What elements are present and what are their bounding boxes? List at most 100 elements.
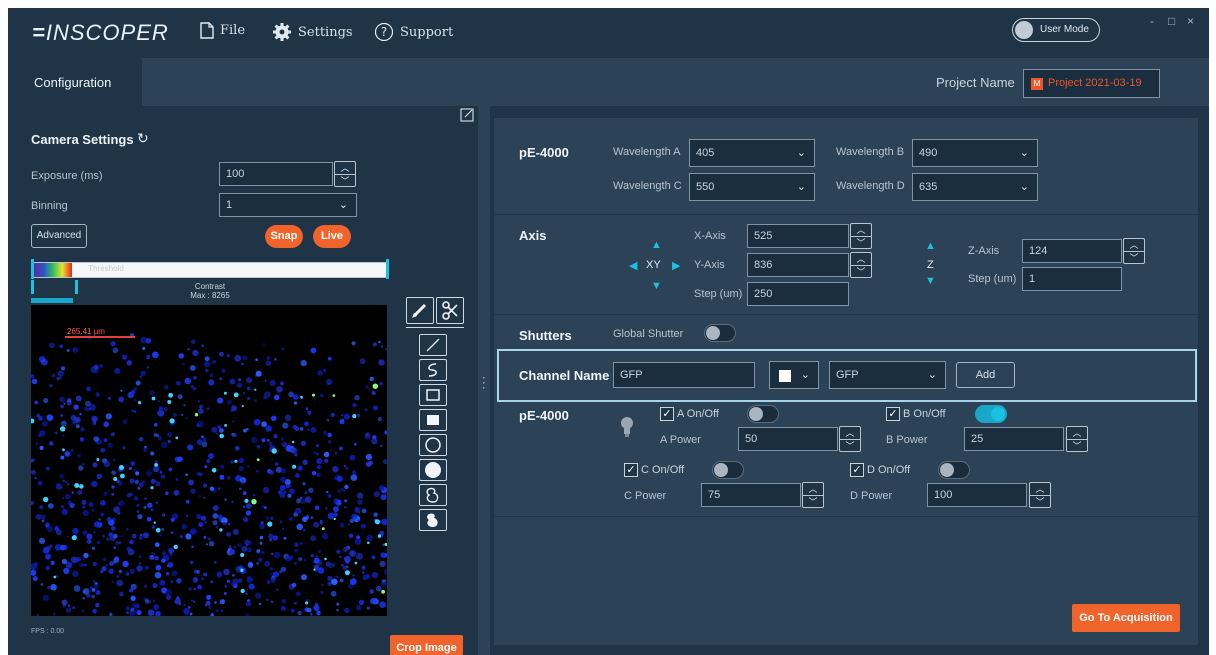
channel-color-select[interactable]: ⌄ bbox=[769, 361, 819, 389]
cell-dot bbox=[276, 386, 283, 393]
cell-dot bbox=[380, 444, 383, 447]
cell-dot bbox=[159, 579, 166, 586]
wavelength-b-select[interactable]: 490 ⌄ bbox=[912, 139, 1038, 167]
project-name-field[interactable]: M Project 2021-03-19 bbox=[1023, 69, 1160, 98]
freehand-line-tool[interactable] bbox=[419, 359, 447, 381]
a-onoff-checkbox[interactable]: ✓ A On/Off bbox=[660, 407, 719, 421]
popout-icon[interactable] bbox=[460, 108, 474, 125]
bright-cell-dot bbox=[119, 465, 124, 470]
d-power-input[interactable]: 100 bbox=[927, 483, 1027, 507]
x-right-arrow-icon[interactable]: ▶ bbox=[672, 259, 680, 272]
cell-dot bbox=[320, 393, 324, 397]
xy-step-input[interactable]: 250 bbox=[747, 282, 849, 306]
d-onoff-toggle[interactable] bbox=[938, 461, 970, 479]
bright-cell-dot bbox=[324, 557, 327, 561]
cell-dot bbox=[371, 571, 379, 579]
crop-image-button[interactable]: Crop Image bbox=[390, 635, 463, 655]
threshold-bar[interactable]: Threshold bbox=[31, 262, 389, 278]
d-onoff-checkbox[interactable]: ✓ D On/Off bbox=[850, 463, 910, 477]
cell-dot bbox=[251, 436, 258, 443]
a-power-stepper[interactable]: ︿ ﹀ bbox=[839, 426, 861, 452]
menu-settings[interactable]: Settings bbox=[272, 22, 353, 42]
x-axis-stepper[interactable]: ︿ ﹀ bbox=[850, 223, 872, 249]
y-up-arrow-icon[interactable]: ▲ bbox=[651, 239, 662, 251]
c-onoff-toggle[interactable] bbox=[712, 461, 744, 479]
filled-polygon-tool[interactable] bbox=[419, 509, 447, 531]
cell-dot bbox=[159, 533, 162, 537]
channel-name-input[interactable]: GFP bbox=[613, 362, 755, 388]
a-onoff-toggle[interactable] bbox=[747, 405, 779, 423]
cell-dot bbox=[142, 480, 146, 484]
exposure-stepper[interactable]: ︿ ﹀ bbox=[334, 161, 356, 187]
cell-dot bbox=[46, 525, 53, 533]
filled-rectangle-tool[interactable] bbox=[419, 409, 447, 431]
c-power-label: C Power bbox=[624, 490, 667, 502]
binning-select[interactable]: 1 ⌄ bbox=[219, 193, 357, 217]
a-power-input[interactable]: 50 bbox=[738, 427, 838, 451]
y-down-arrow-icon[interactable]: ▼ bbox=[651, 280, 662, 292]
circle-outline-icon bbox=[425, 437, 441, 453]
global-shutter-toggle[interactable] bbox=[704, 324, 736, 342]
cell-dot bbox=[256, 469, 259, 473]
menu-support[interactable]: ? Support bbox=[374, 22, 453, 42]
c-onoff-checkbox[interactable]: ✓ C On/Off bbox=[624, 463, 684, 477]
z-up-arrow-icon[interactable]: ▲ bbox=[925, 240, 936, 252]
advanced-button[interactable]: Advanced bbox=[31, 224, 87, 248]
d-power-stepper[interactable]: ︿ ﹀ bbox=[1029, 482, 1051, 508]
polygon-tool[interactable] bbox=[419, 484, 447, 506]
close-button[interactable]: × bbox=[1187, 14, 1194, 28]
cell-dot bbox=[157, 436, 162, 441]
b-onoff-checkbox[interactable]: ✓ B On/Off bbox=[886, 407, 946, 421]
cell-dot bbox=[161, 551, 166, 556]
y-axis-input[interactable]: 836 bbox=[747, 253, 849, 277]
cell-dot bbox=[193, 587, 197, 591]
cell-dot bbox=[333, 477, 337, 480]
go-to-acquisition-button[interactable]: Go To Acquisition bbox=[1072, 604, 1180, 632]
cell-dot bbox=[99, 500, 106, 506]
bright-cell-dot bbox=[138, 401, 142, 405]
channel-preset-select[interactable]: GFP ⌄ bbox=[829, 361, 946, 389]
exposure-input[interactable]: 100 bbox=[219, 162, 333, 186]
c-power-input[interactable]: 75 bbox=[701, 483, 801, 507]
threshold-max-handle[interactable] bbox=[386, 259, 389, 279]
ellipse-tool[interactable] bbox=[419, 434, 447, 456]
x-axis-input[interactable]: 525 bbox=[747, 224, 849, 248]
z-step-input[interactable]: 1 bbox=[1022, 267, 1122, 291]
menu-file[interactable]: File bbox=[200, 22, 245, 39]
tab-configuration[interactable]: Configuration bbox=[8, 58, 142, 106]
b-power-stepper[interactable]: ︿ ﹀ bbox=[1066, 426, 1088, 452]
y-axis-stepper[interactable]: ︿ ﹀ bbox=[850, 252, 872, 278]
cell-dot bbox=[335, 575, 339, 578]
pencil-tool[interactable] bbox=[406, 297, 434, 324]
wavelength-c-select[interactable]: 550 ⌄ bbox=[689, 173, 815, 201]
z-down-arrow-icon[interactable]: ▼ bbox=[925, 275, 936, 287]
wavelength-d-select[interactable]: 635 ⌄ bbox=[912, 173, 1038, 201]
cell-dot bbox=[356, 535, 360, 539]
threshold-min-handle[interactable] bbox=[31, 259, 34, 279]
live-button[interactable]: Live bbox=[313, 225, 351, 248]
cell-dot bbox=[233, 546, 236, 549]
minimize-button[interactable]: - bbox=[1150, 14, 1154, 28]
c-power-stepper[interactable]: ︿ ﹀ bbox=[802, 482, 824, 508]
wavelength-a-value: 405 bbox=[696, 147, 715, 159]
cell-dot bbox=[161, 527, 165, 531]
refresh-icon[interactable]: ↻ bbox=[137, 130, 149, 147]
add-channel-button[interactable]: Add bbox=[956, 362, 1015, 388]
b-onoff-toggle[interactable] bbox=[975, 405, 1007, 423]
z-axis-input[interactable]: 124 bbox=[1022, 239, 1122, 263]
scissors-tool[interactable] bbox=[436, 297, 464, 324]
cell-dot bbox=[36, 613, 39, 616]
rectangle-tool[interactable] bbox=[419, 384, 447, 406]
camera-image[interactable]: 265.41 µm bbox=[31, 305, 387, 616]
wavelength-a-select[interactable]: 405 ⌄ bbox=[689, 139, 815, 167]
line-tool[interactable] bbox=[419, 334, 447, 356]
panel-splitter[interactable]: · · · bbox=[478, 106, 490, 655]
cell-dot bbox=[380, 581, 387, 588]
filled-ellipse-tool[interactable] bbox=[419, 459, 447, 481]
maximize-button[interactable]: □ bbox=[1168, 14, 1175, 28]
x-left-arrow-icon[interactable]: ◀ bbox=[629, 259, 637, 272]
snap-button[interactable]: Snap bbox=[265, 225, 303, 248]
b-power-input[interactable]: 25 bbox=[964, 427, 1064, 451]
user-mode-toggle[interactable]: User Mode bbox=[1012, 18, 1100, 42]
z-axis-stepper[interactable]: ︿ ﹀ bbox=[1123, 238, 1145, 264]
